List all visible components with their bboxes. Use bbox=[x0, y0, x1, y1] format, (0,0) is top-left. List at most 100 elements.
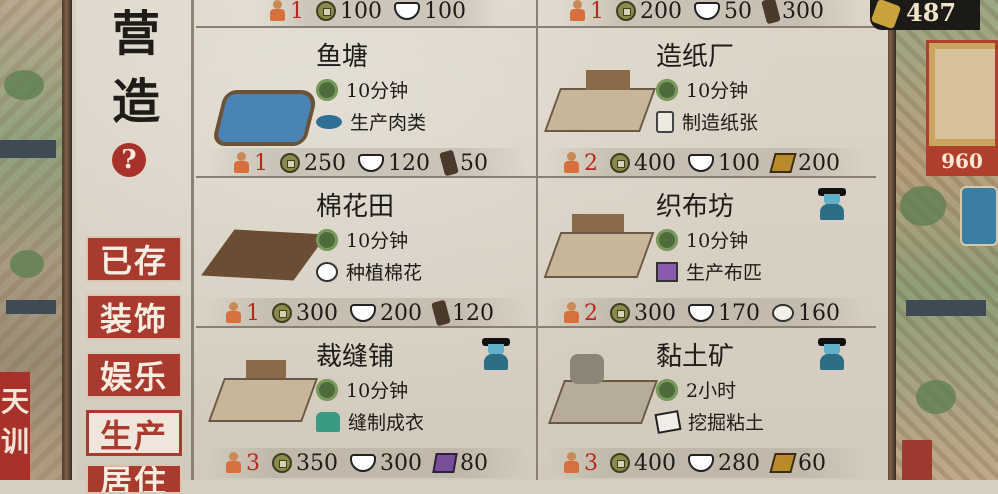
building-name: 裁缝铺 bbox=[316, 342, 395, 372]
time-icon bbox=[656, 78, 678, 101]
cost-row: 3 350 300 80 bbox=[206, 448, 526, 478]
weaving-mill-illustration bbox=[543, 232, 655, 278]
time-icon bbox=[316, 228, 338, 251]
currency-amount: 487 bbox=[906, 0, 957, 27]
category-entertainment-button[interactable]: 娱乐 bbox=[86, 352, 182, 398]
coin-icon bbox=[272, 453, 292, 473]
official-icon bbox=[482, 338, 510, 370]
building-card-clay-mine[interactable]: 黏土矿 2小时 挖掘粘土 3 400 280 60 bbox=[546, 330, 866, 478]
fish-pond-illustration bbox=[211, 90, 319, 146]
page-title-char-2: 造 bbox=[111, 74, 160, 130]
coin-cost: 200 bbox=[640, 0, 682, 24]
building-card-fish-pond[interactable]: 鱼塘 10分钟 生产肉类 1 250 120 50 bbox=[206, 30, 526, 178]
cloth-icon bbox=[432, 453, 458, 473]
paper-icon bbox=[769, 453, 797, 473]
building-card-paper-mill[interactable]: 造纸厂 10分钟 制造纸张 2 400 100 200 bbox=[543, 30, 866, 178]
left-side-tab[interactable]: 天训 bbox=[0, 372, 30, 480]
paper-mill-roof bbox=[586, 70, 630, 90]
building-card-tailor-shop[interactable]: 裁缝铺 10分钟 缝制成衣 3 350 300 80 bbox=[206, 330, 526, 478]
time-icon bbox=[316, 378, 338, 401]
production-output: 种植棉花 bbox=[316, 258, 422, 285]
production-output: 挖掘粘土 bbox=[654, 408, 765, 435]
build-time-text: 2小时 bbox=[686, 380, 737, 402]
coin-cost: 400 bbox=[634, 150, 676, 176]
cost-row: 1 250 120 50 bbox=[206, 148, 526, 178]
rice-cost: 100 bbox=[718, 150, 760, 176]
output-text: 缝制成衣 bbox=[348, 412, 425, 434]
rice-bowl-icon bbox=[688, 154, 714, 172]
cost-row: 2 300 170 160 bbox=[546, 298, 866, 328]
build-time-text: 10分钟 bbox=[346, 230, 409, 252]
building-card-weaving-mill[interactable]: 织布坊 10分钟 生产布匹 2 300 170 160 bbox=[543, 180, 866, 328]
help-button[interactable]: ? bbox=[112, 143, 146, 177]
coin-icon bbox=[610, 453, 630, 473]
category-production-button[interactable]: 生产 bbox=[86, 410, 182, 456]
rice-cost: 120 bbox=[388, 150, 430, 176]
paper-scroll-icon bbox=[656, 110, 674, 133]
worker-cost: 2 bbox=[584, 150, 598, 176]
side-menu-button[interactable] bbox=[960, 186, 998, 246]
worker-icon bbox=[562, 452, 580, 474]
scroll-rod-left bbox=[62, 0, 72, 480]
wood-cost: 300 bbox=[782, 0, 824, 24]
worker-icon bbox=[224, 452, 242, 474]
rice-bowl-icon bbox=[358, 154, 384, 172]
output-text: 生产布匹 bbox=[686, 262, 763, 284]
wood-icon bbox=[761, 0, 781, 25]
time-icon bbox=[656, 228, 678, 251]
wood-icon bbox=[431, 299, 451, 327]
output-text: 制造纸张 bbox=[682, 112, 759, 134]
rice-bowl-icon bbox=[350, 304, 376, 322]
coin-cost: 250 bbox=[304, 150, 346, 176]
build-time: 10分钟 bbox=[316, 226, 408, 253]
clay-mine-rock bbox=[570, 354, 604, 384]
output-text: 种植棉花 bbox=[346, 262, 423, 284]
build-time: 10分钟 bbox=[316, 376, 408, 403]
building-name: 织布坊 bbox=[656, 192, 735, 222]
partial-card-right[interactable]: 1 200 50 300 bbox=[540, 0, 860, 26]
cost-row: 1 200 50 300 bbox=[560, 0, 860, 26]
building-card-cotton-field[interactable]: 棉花田 10分钟 种植棉花 1 300 200 120 bbox=[201, 180, 526, 328]
output-text: 挖掘粘土 bbox=[688, 412, 765, 434]
production-output: 制造纸张 bbox=[656, 108, 758, 135]
tailor-shop-roof bbox=[246, 360, 286, 378]
partial-card-left[interactable]: 1 100 100 bbox=[200, 0, 520, 26]
sidebar-divider bbox=[191, 0, 194, 480]
rice-bowl-icon bbox=[350, 454, 376, 472]
category-decoration-button[interactable]: 装饰 bbox=[86, 294, 182, 340]
worker-cost: 1 bbox=[246, 300, 260, 326]
coin-icon bbox=[272, 303, 292, 323]
rice-cost: 170 bbox=[718, 300, 760, 326]
category-stored-button[interactable]: 已存 bbox=[86, 236, 182, 282]
time-icon bbox=[656, 378, 678, 401]
rice-bowl-icon bbox=[688, 454, 714, 472]
coin-cost: 100 bbox=[340, 0, 382, 24]
build-time: 2小时 bbox=[656, 376, 736, 403]
build-time: 10分钟 bbox=[656, 76, 748, 103]
worker-cost: 3 bbox=[246, 450, 260, 476]
worker-cost: 2 bbox=[584, 300, 598, 326]
rice-bowl-icon bbox=[394, 2, 420, 20]
build-time: 10分钟 bbox=[316, 76, 408, 103]
build-time-text: 10分钟 bbox=[686, 80, 749, 102]
production-output: 生产布匹 bbox=[656, 258, 762, 285]
worker-cost: 1 bbox=[290, 0, 304, 24]
featured-building-image bbox=[935, 49, 995, 139]
worker-icon bbox=[232, 152, 250, 174]
coin-icon bbox=[610, 153, 630, 173]
output-text: 生产肉类 bbox=[350, 112, 427, 134]
building-name: 造纸厂 bbox=[656, 42, 735, 72]
build-time: 10分钟 bbox=[656, 226, 748, 253]
building-name: 黏土矿 bbox=[656, 342, 735, 372]
category-residence-button[interactable]: 居住 bbox=[86, 464, 182, 494]
cost-row: 2 400 100 200 bbox=[546, 148, 866, 178]
production-output: 缝制成衣 bbox=[316, 408, 424, 435]
build-time-text: 10分钟 bbox=[686, 230, 749, 252]
worker-icon bbox=[224, 302, 242, 324]
paper-mill-illustration bbox=[543, 88, 657, 132]
page-title-char-1: 营 bbox=[111, 6, 160, 62]
coin-cost: 300 bbox=[296, 300, 338, 326]
cost-row: 1 100 100 bbox=[260, 0, 500, 26]
grid-line bbox=[536, 0, 538, 480]
production-output: 生产肉类 bbox=[316, 108, 426, 135]
